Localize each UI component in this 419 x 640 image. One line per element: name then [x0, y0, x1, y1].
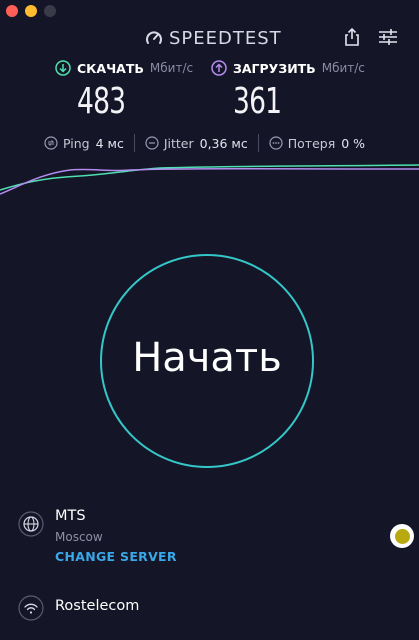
isp-name: Rostelecom: [55, 598, 140, 614]
start-button[interactable]: Начать: [100, 254, 314, 468]
download-value: 483: [77, 81, 126, 122]
speed-graph: [0, 164, 419, 195]
server-city: Moscow: [55, 530, 103, 544]
upload-unit: Мбит/с: [321, 61, 365, 75]
window-titlebar: [0, 0, 419, 24]
jitter-icon: [145, 136, 159, 150]
window-zoom-button[interactable]: [44, 5, 56, 17]
jitter-stat: Jitter 0,36 мс: [145, 136, 248, 151]
loss-label: Потеря: [287, 135, 336, 151]
window-minimize-button[interactable]: [25, 5, 37, 17]
sliders-icon: [379, 29, 397, 45]
app-title: SPEEDTEST: [169, 27, 282, 49]
ping-icon: [44, 136, 58, 150]
ping-label: Ping: [63, 135, 90, 151]
loss-stat: Потеря 0 %: [269, 136, 365, 151]
download-unit: Мбит/с: [149, 61, 194, 75]
ping-stat: Ping 4 мс: [44, 136, 124, 151]
upload-value: 361: [233, 81, 282, 122]
ping-value: 4 мс: [95, 135, 124, 151]
settings-button[interactable]: [377, 26, 399, 48]
upload-metric: ЗАГРУЗИТЬ Мбит/с 361: [211, 58, 365, 122]
change-server-link[interactable]: CHANGE SERVER: [55, 549, 177, 564]
jitter-label: Jitter: [163, 135, 194, 151]
speedometer-icon: [146, 31, 162, 44]
server-name: MTS: [55, 508, 86, 524]
share-button[interactable]: [341, 26, 363, 48]
globe-icon: [18, 511, 44, 537]
arrow-up-circle-icon: [211, 60, 227, 76]
loss-icon: [269, 136, 283, 150]
status-indicator[interactable]: [390, 524, 414, 548]
jitter-value: 0,36 мс: [199, 135, 248, 151]
share-icon: [345, 27, 359, 46]
speedtest-window: { "app": { "title": "SPEEDTEST" }, "down…: [0, 0, 419, 640]
upload-label: ЗАГРУЗИТЬ: [233, 60, 316, 76]
status-indicator-dot: [394, 528, 410, 544]
download-metric: СКАЧАТЬ Мбит/с 483: [55, 58, 193, 122]
download-label: СКАЧАТЬ: [77, 60, 144, 76]
window-close-button[interactable]: [6, 5, 18, 17]
wifi-icon: [18, 595, 44, 621]
loss-value: 0 %: [341, 135, 366, 151]
upload-graph-line: [0, 168, 419, 195]
start-button-label: Начать: [132, 335, 282, 381]
arrow-down-circle-icon: [55, 60, 71, 76]
app-logo: SPEEDTEST: [145, 27, 282, 49]
